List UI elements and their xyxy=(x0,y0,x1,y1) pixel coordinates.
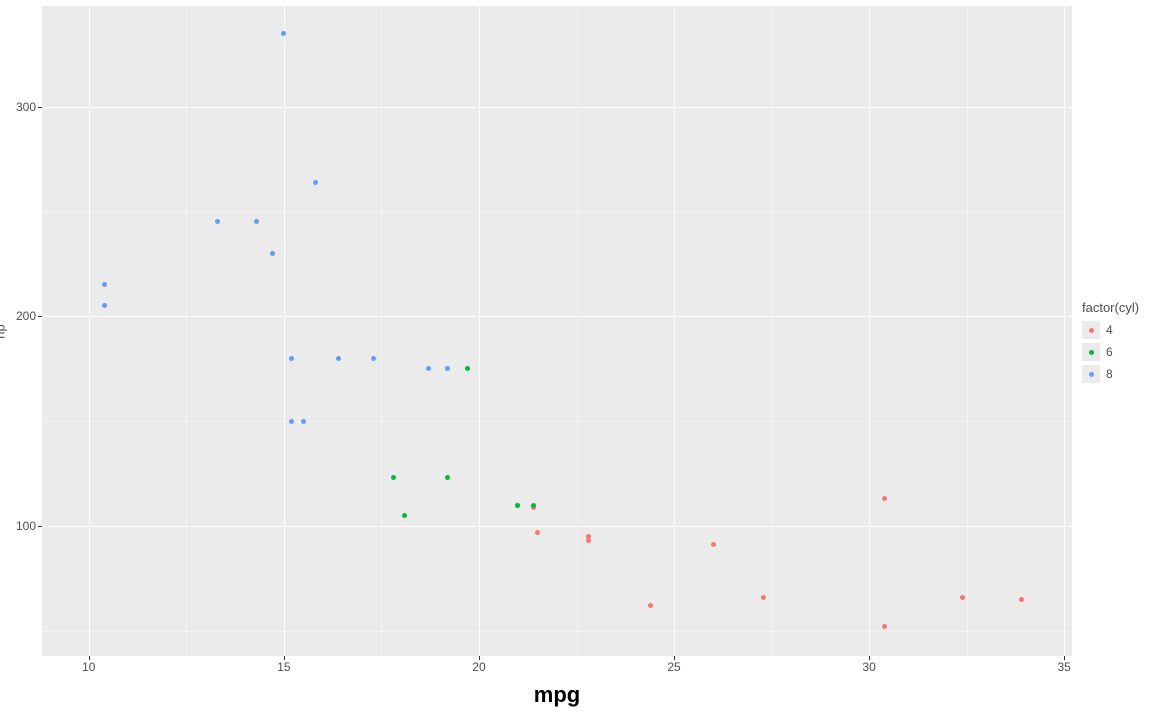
legend-item: 6 xyxy=(1082,343,1139,361)
x-tick-label: 20 xyxy=(464,660,494,674)
legend-label: 8 xyxy=(1106,367,1113,381)
data-point xyxy=(1019,597,1024,602)
scatter-chart: hp mpg factor(cyl) 468 10152025303510020… xyxy=(0,0,1166,717)
x-tick-label: 30 xyxy=(854,660,884,674)
grid-major-v xyxy=(869,6,870,656)
x-tick-label: 25 xyxy=(659,660,689,674)
legend-swatch xyxy=(1082,365,1100,383)
data-point xyxy=(371,356,376,361)
x-axis-label: mpg xyxy=(42,682,1072,708)
data-point xyxy=(531,503,536,508)
y-tick-mark xyxy=(38,107,42,108)
data-point xyxy=(281,31,286,36)
grid-minor-v xyxy=(186,6,187,656)
grid-minor-h xyxy=(42,211,1072,212)
grid-major-v xyxy=(479,6,480,656)
y-tick-label: 200 xyxy=(0,309,36,323)
legend-swatch xyxy=(1082,343,1100,361)
grid-major-v xyxy=(1064,6,1065,656)
x-tick-label: 35 xyxy=(1049,660,1079,674)
data-point xyxy=(761,595,766,600)
y-tick-mark xyxy=(38,316,42,317)
grid-minor-v xyxy=(967,6,968,656)
legend-dot-icon xyxy=(1089,328,1094,333)
data-point xyxy=(289,419,294,424)
legend: factor(cyl) 4 6 8 xyxy=(1082,300,1139,387)
x-tick-mark xyxy=(89,656,90,660)
data-point xyxy=(465,366,470,371)
x-tick-mark xyxy=(674,656,675,660)
grid-major-h xyxy=(42,316,1072,317)
data-point xyxy=(515,503,520,508)
data-point xyxy=(960,595,965,600)
legend-label: 6 xyxy=(1106,345,1113,359)
grid-minor-v xyxy=(381,6,382,656)
grid-minor-v xyxy=(772,6,773,656)
legend-dot-icon xyxy=(1089,350,1094,355)
y-tick-mark xyxy=(38,526,42,527)
x-tick-mark xyxy=(479,656,480,660)
x-tick-label: 15 xyxy=(269,660,299,674)
grid-major-v xyxy=(89,6,90,656)
grid-major-h xyxy=(42,107,1072,108)
legend-title: factor(cyl) xyxy=(1082,300,1139,315)
data-point xyxy=(102,282,107,287)
data-point xyxy=(426,366,431,371)
y-tick-label: 300 xyxy=(0,100,36,114)
y-tick-label: 100 xyxy=(0,519,36,533)
data-point xyxy=(102,303,107,308)
data-point xyxy=(445,475,450,480)
grid-minor-v xyxy=(577,6,578,656)
data-point xyxy=(301,419,306,424)
data-point xyxy=(586,534,591,539)
data-point xyxy=(313,180,318,185)
grid-major-v xyxy=(674,6,675,656)
data-point xyxy=(254,219,259,224)
data-point xyxy=(270,251,275,256)
legend-item: 4 xyxy=(1082,321,1139,339)
data-point xyxy=(882,624,887,629)
grid-minor-h xyxy=(42,631,1072,632)
plot-panel xyxy=(42,6,1072,656)
grid-major-h xyxy=(42,526,1072,527)
data-point xyxy=(215,219,220,224)
legend-item: 8 xyxy=(1082,365,1139,383)
data-point xyxy=(445,366,450,371)
legend-swatch xyxy=(1082,321,1100,339)
data-point xyxy=(289,356,294,361)
x-tick-mark xyxy=(1064,656,1065,660)
legend-dot-icon xyxy=(1089,372,1094,377)
data-point xyxy=(336,356,341,361)
grid-major-v xyxy=(284,6,285,656)
data-point xyxy=(882,496,887,501)
legend-label: 4 xyxy=(1106,323,1113,337)
data-point xyxy=(391,475,396,480)
data-point xyxy=(648,603,653,608)
data-point xyxy=(402,513,407,518)
data-point xyxy=(711,542,716,547)
x-tick-mark xyxy=(284,656,285,660)
x-tick-label: 10 xyxy=(74,660,104,674)
data-point xyxy=(535,530,540,535)
grid-minor-h xyxy=(42,421,1072,422)
x-tick-mark xyxy=(869,656,870,660)
